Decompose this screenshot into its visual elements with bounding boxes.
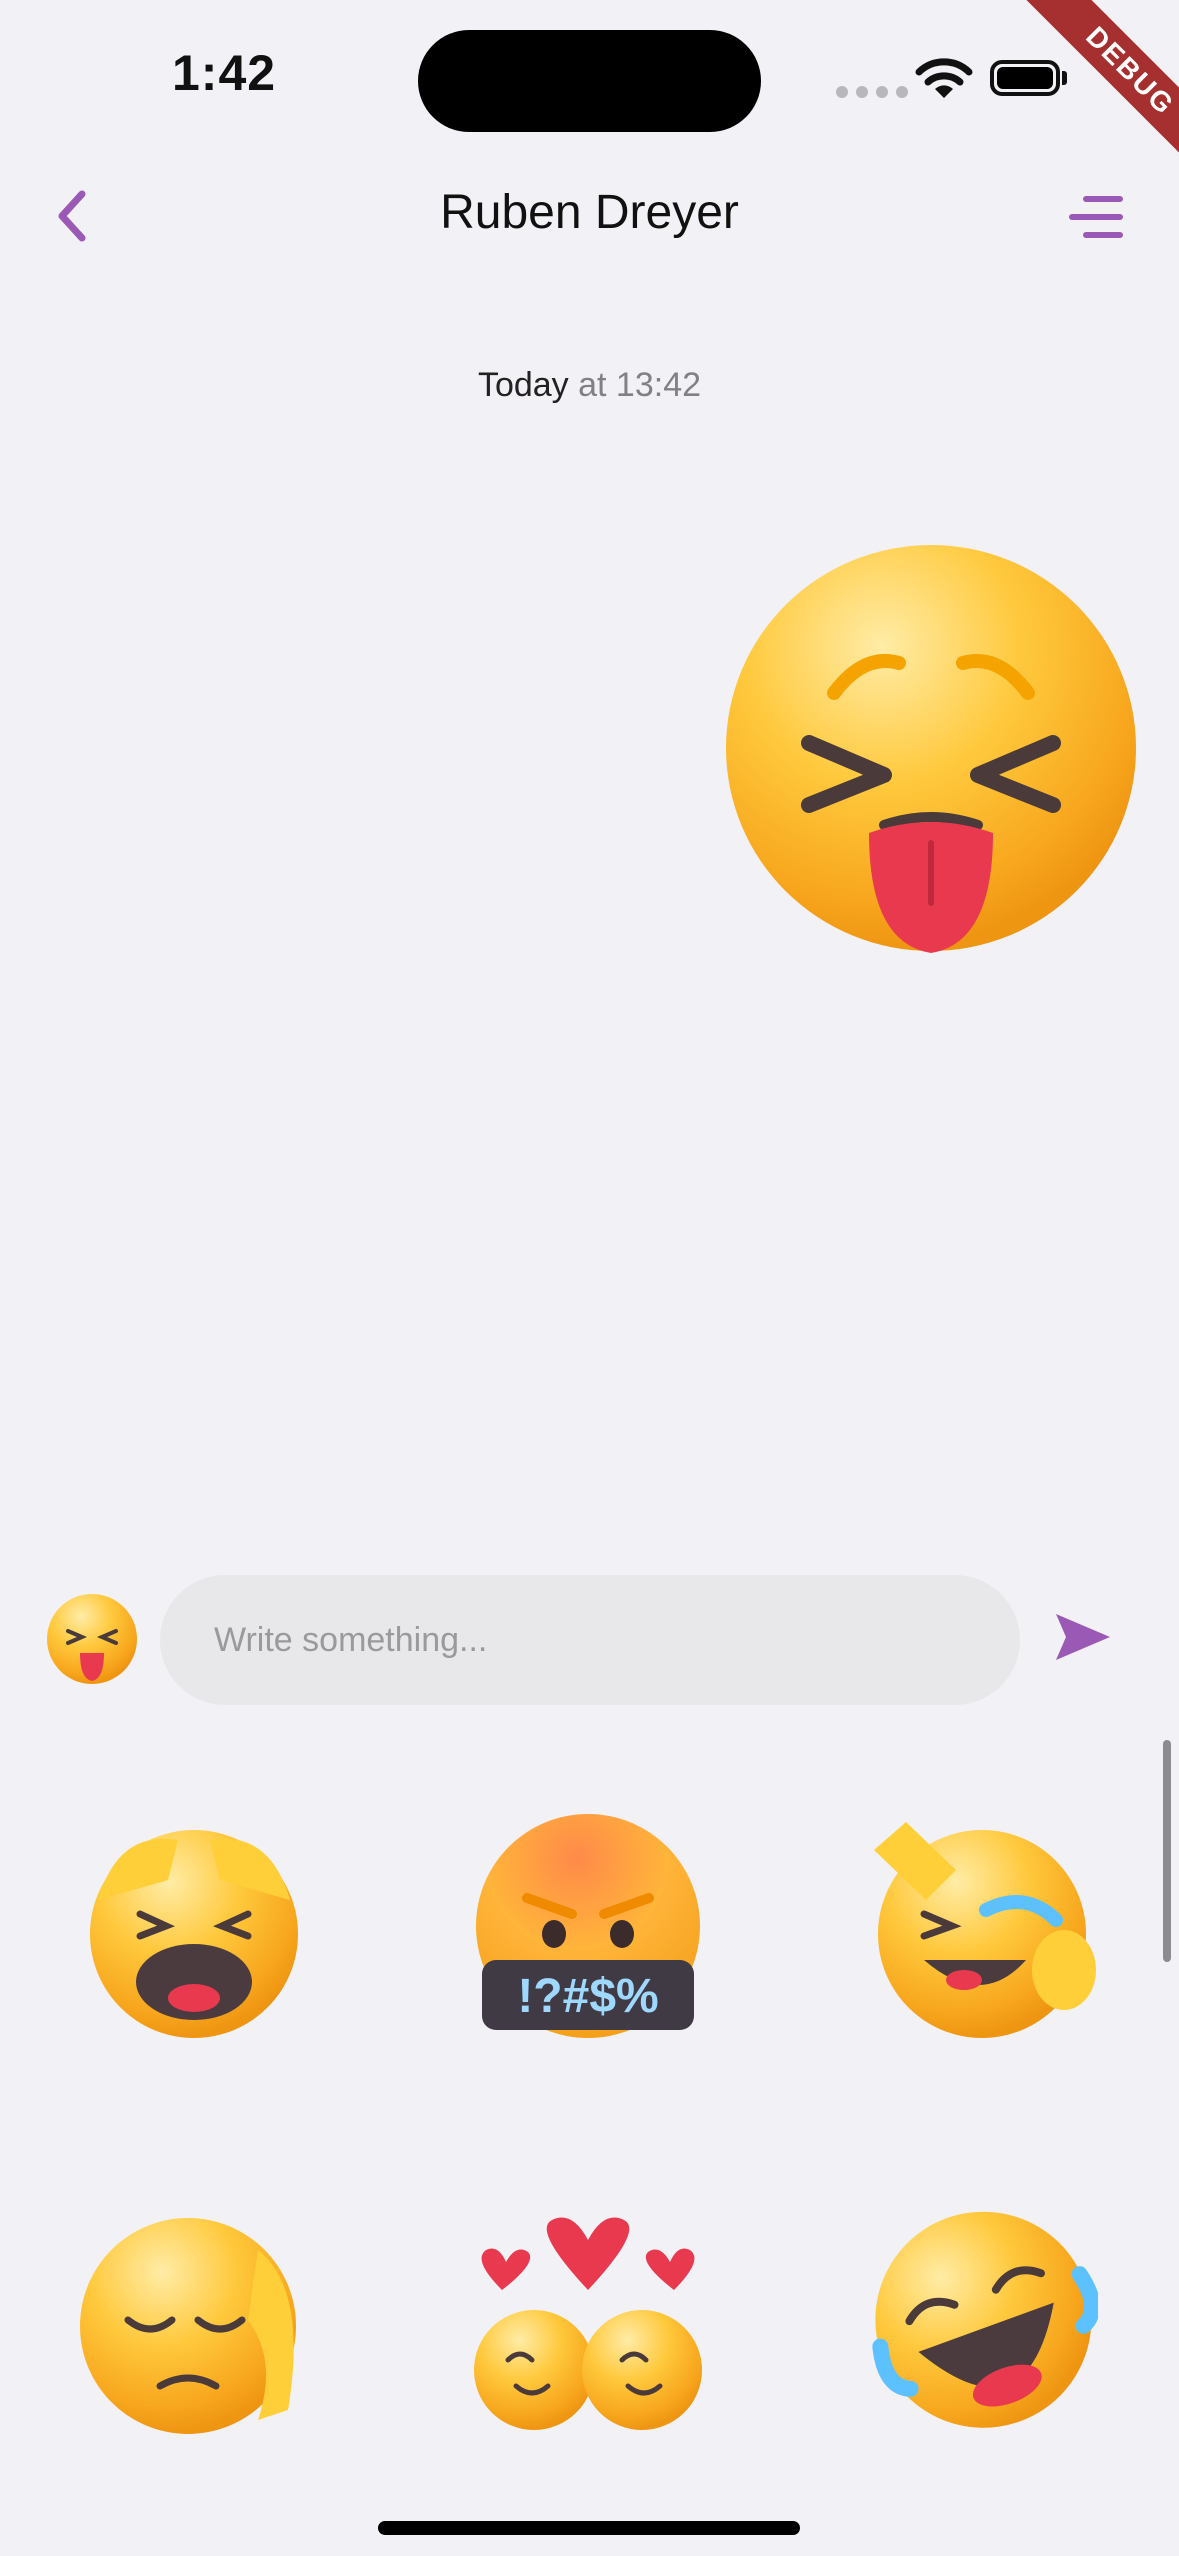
message-timestamp: Today at 13:42: [0, 366, 1179, 405]
wifi-icon: [915, 58, 973, 98]
send-icon[interactable]: [1054, 1612, 1112, 1662]
battery-icon: [990, 60, 1060, 96]
battery-tip: [1062, 71, 1067, 85]
rolling-laughing-tears-sticker[interactable]: [866, 2200, 1098, 2432]
tongue-out-squinting-face-sticker[interactable]: [724, 543, 1138, 953]
timestamp-time: at 13:42: [568, 366, 702, 404]
status-time: 1:42: [172, 45, 277, 101]
yawning-hands-on-head-sticker[interactable]: [78, 1810, 310, 2042]
sticker-picker-icon[interactable]: [46, 1593, 138, 1685]
menu-icon[interactable]: [1066, 194, 1126, 240]
timestamp-day: Today: [477, 366, 569, 404]
home-indicator[interactable]: [378, 2521, 800, 2535]
facepalm-pensive-sticker[interactable]: [78, 2210, 310, 2442]
laughing-salute-sticker[interactable]: [866, 1810, 1098, 2042]
message-input[interactable]: Write something...: [160, 1575, 1020, 1705]
chat-title: Ruben Dreyer: [440, 186, 739, 239]
hugging-faces-with-heart-sticker[interactable]: [472, 2210, 704, 2442]
cursing-face-sticker[interactable]: !?#$%: [472, 1810, 704, 2042]
sticker-grid-scrollbar[interactable]: [1163, 1740, 1171, 1962]
cellular-signal-icon: [836, 86, 908, 98]
svg-text:!?#$%: !?#$%: [517, 1970, 658, 2023]
dynamic-island: [418, 30, 761, 132]
